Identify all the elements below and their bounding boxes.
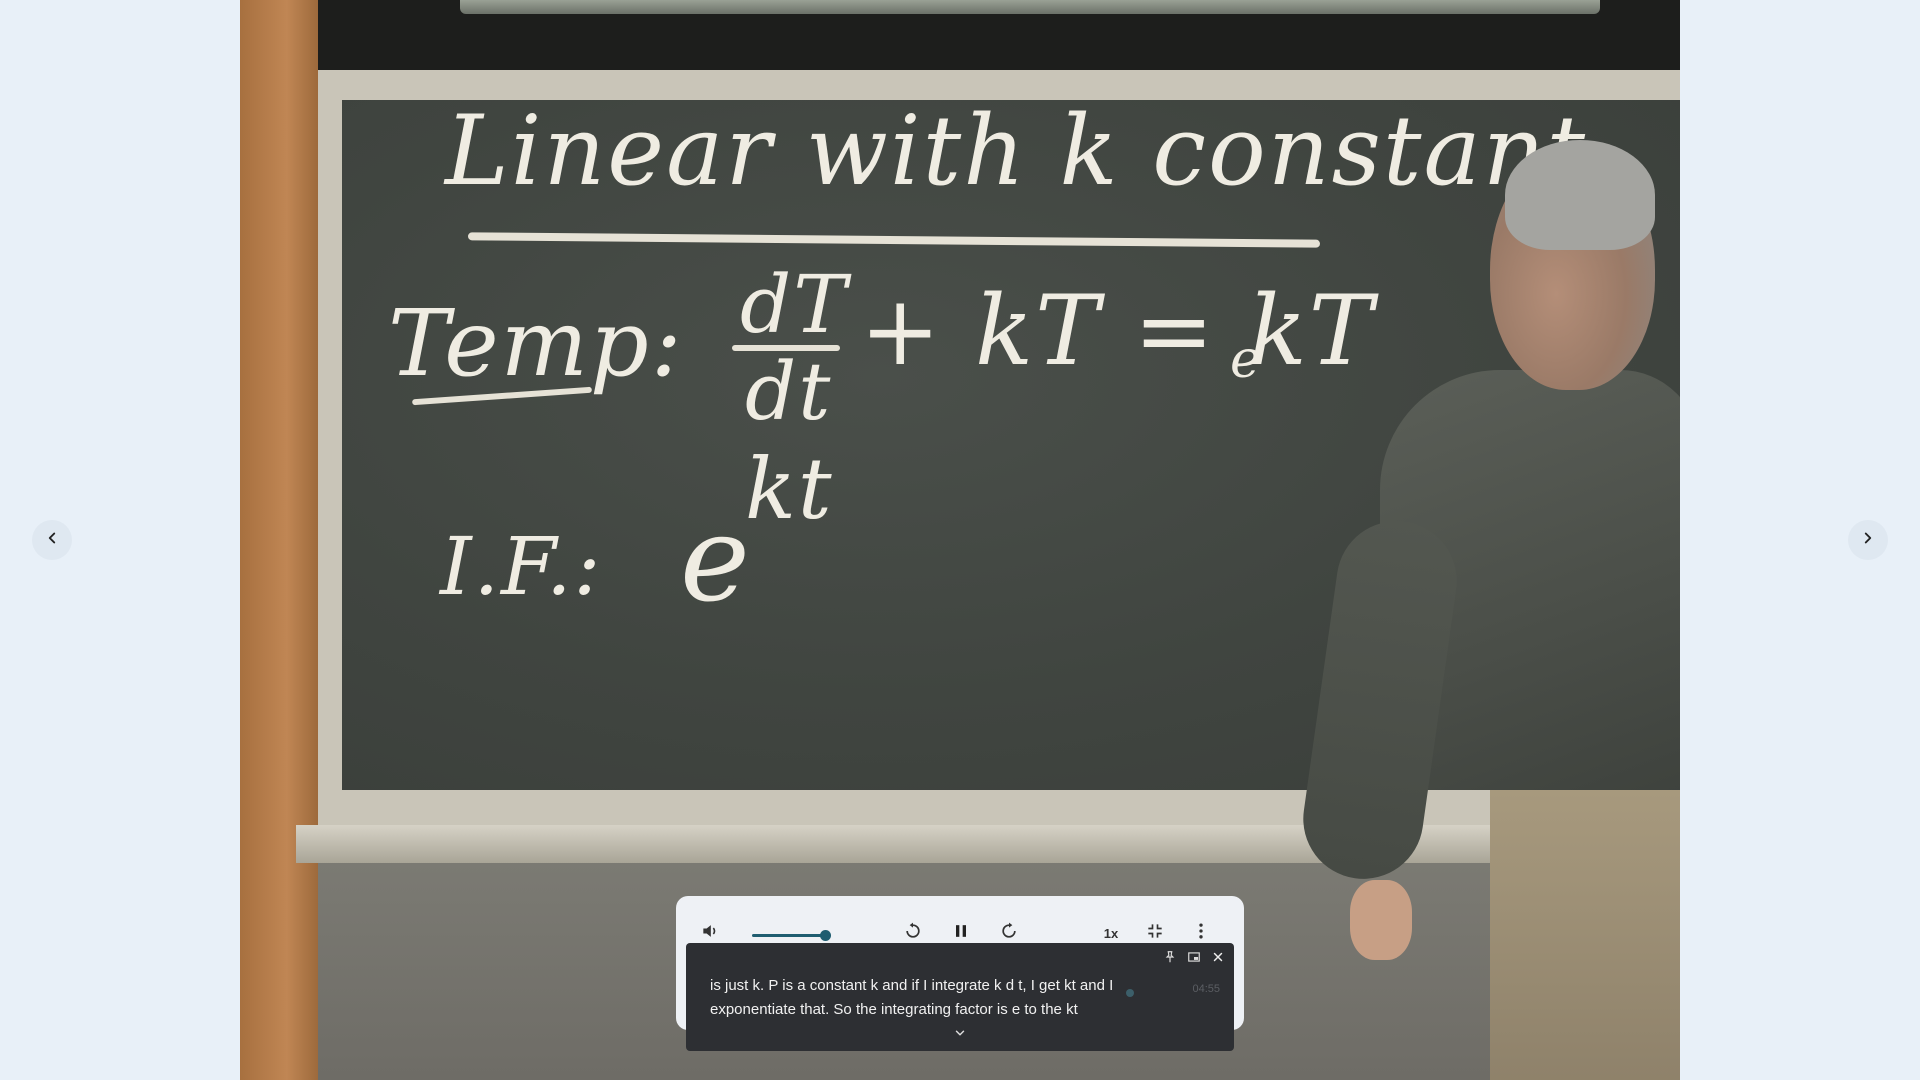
fullscreen-exit-icon (1145, 921, 1165, 946)
close-icon (1211, 950, 1225, 969)
lecturer (1295, 140, 1680, 1080)
rewind-10-icon (903, 921, 923, 946)
eq-numerator: dT (740, 258, 849, 351)
more-vertical-icon (1191, 921, 1211, 946)
lecturer-hair (1505, 140, 1655, 250)
pause-icon (951, 921, 971, 946)
lecturer-hand (1350, 880, 1412, 960)
if-label: I.F.: (440, 520, 603, 613)
chevron-down-icon (953, 1026, 967, 1045)
chevron-left-icon (43, 529, 61, 552)
caption-timestamp: 04:55 (1192, 983, 1220, 995)
if-base: e (680, 490, 752, 628)
close-captions-button[interactable] (1210, 951, 1226, 967)
caption-toolbar (1162, 950, 1226, 969)
caption-text: is just k. P is a constant k and if I in… (710, 977, 1114, 1018)
previous-button[interactable] (32, 520, 72, 560)
chevron-right-icon (1859, 529, 1877, 552)
expand-captions-button[interactable] (950, 1027, 970, 1043)
volume-slider[interactable] (752, 934, 824, 937)
pin-captions-button[interactable] (1162, 950, 1178, 969)
ceiling-light (460, 0, 1600, 14)
volume-slider-handle[interactable] (820, 930, 831, 941)
if-exponent: kt (745, 440, 834, 538)
eq-rest: + kT = kT (860, 275, 1375, 387)
wall (240, 0, 318, 1080)
seek-marker (1126, 989, 1134, 997)
eq-subscript: e (1230, 330, 1263, 390)
temp-label: Temp: (388, 290, 684, 397)
picture-in-picture-icon (1187, 950, 1201, 969)
pin-icon (1163, 950, 1177, 969)
popout-captions-button[interactable] (1186, 951, 1202, 967)
forward-10-icon (999, 921, 1019, 946)
eq-denominator: dt (745, 345, 833, 438)
lecturer-pants (1490, 780, 1680, 1080)
volume-icon (700, 921, 720, 946)
caption-panel: is just k. P is a constant k and if I in… (686, 943, 1234, 1051)
lecturer-arm (1295, 513, 1465, 887)
next-button[interactable] (1848, 520, 1888, 560)
